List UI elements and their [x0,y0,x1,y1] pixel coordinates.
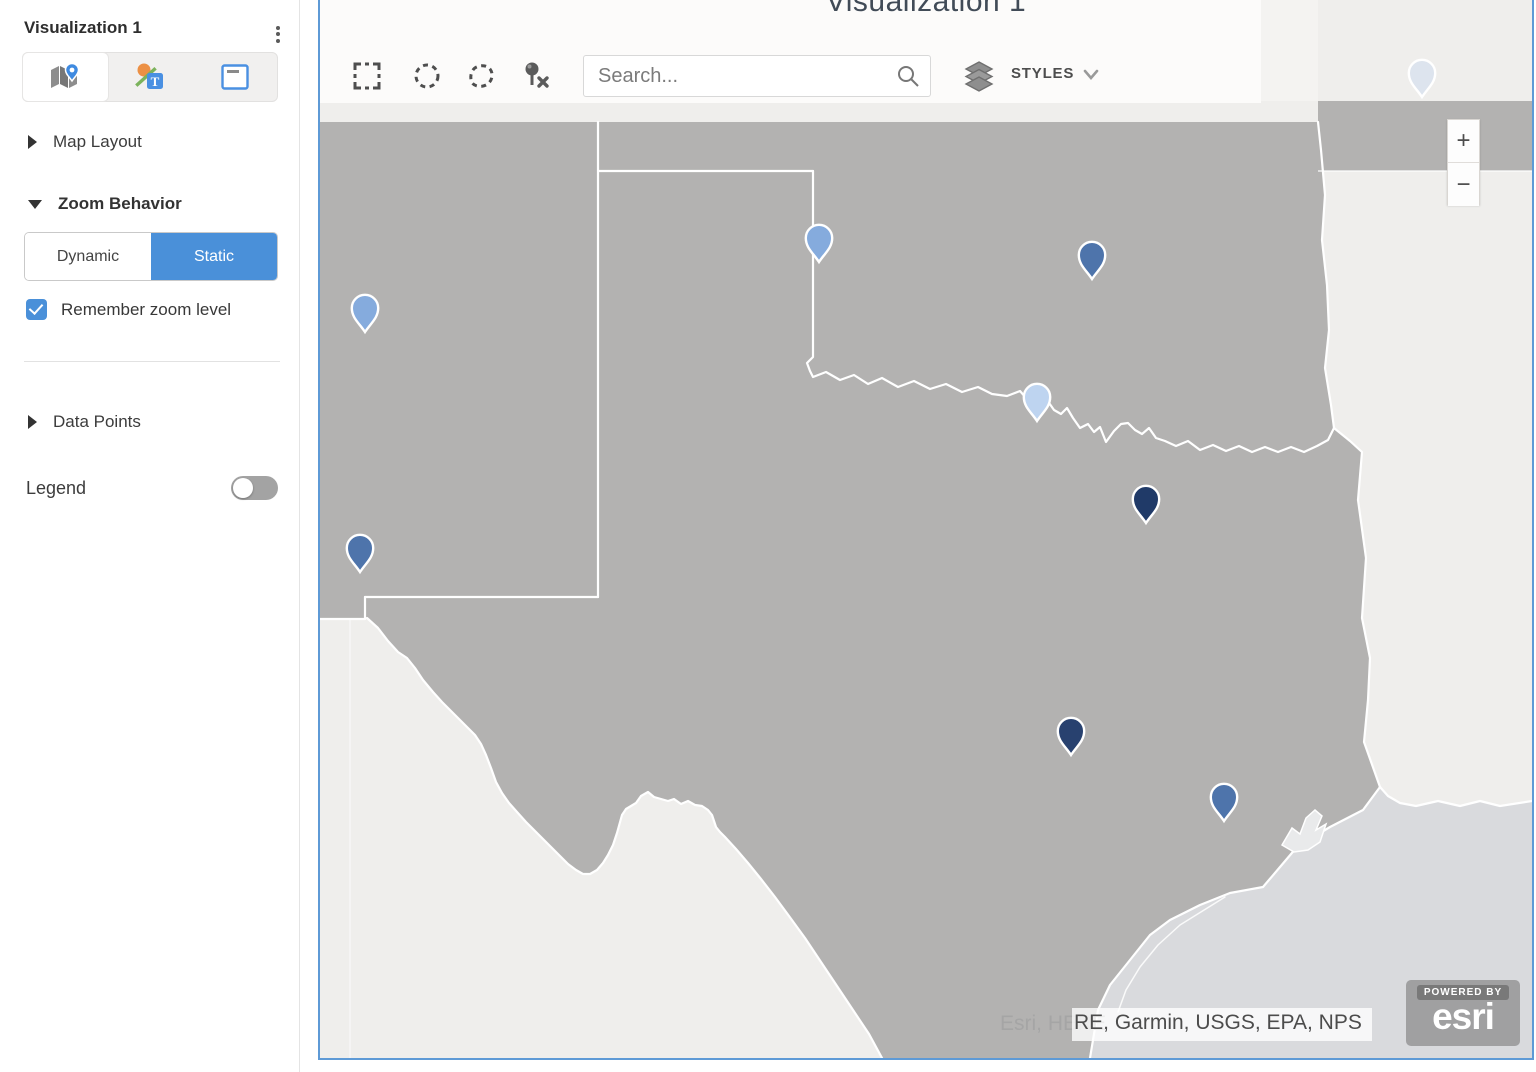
legend-label: Legend [26,478,86,499]
legend-toggle[interactable] [231,476,278,500]
section-data-points[interactable]: Data Points [28,412,141,432]
caret-right-icon [28,415,37,429]
visualization-type-tabs: T [22,52,278,102]
esri-wordmark: esri [1406,1000,1520,1034]
attribution-text: RE, Garmin, USGS, EPA, NPS [1072,1008,1372,1041]
map-pin-icon [48,62,82,92]
zoom-behavior-label: Zoom Behavior [58,194,182,214]
zoom-mode-dynamic[interactable]: Dynamic [25,233,151,280]
zoom-mode-static[interactable]: Static [151,233,277,280]
data-points-label: Data Points [53,412,141,432]
circle-select-icon[interactable] [413,61,441,91]
map-layout-label: Map Layout [53,132,142,152]
remember-zoom-row[interactable]: Remember zoom level [26,299,231,320]
map-zoom-control: + − [1447,119,1480,205]
toggle-knob [233,478,253,498]
tab-symbols-text[interactable]: T [108,53,193,101]
map-title: Visualization 1 [320,0,1532,19]
svg-text:T: T [151,74,160,89]
lasso-select-icon[interactable] [467,61,495,91]
search-icon[interactable] [896,64,920,88]
zoom-in-button[interactable]: + [1448,120,1479,163]
shaded-band-northeast [1318,101,1532,171]
remember-zoom-label: Remember zoom level [61,300,231,320]
search-box [583,55,931,97]
layers-icon[interactable] [963,60,995,92]
zoom-mode-segmented: Dynamic Static [24,232,278,281]
section-zoom-behavior[interactable]: Zoom Behavior [28,194,182,214]
sidebar-divider [24,361,280,362]
search-input[interactable] [584,65,896,88]
card-header-icon [221,64,249,90]
settings-sidebar: Visualization 1 T [0,0,300,1072]
sidebar-title: Visualization 1 [24,18,142,38]
caret-down-icon [28,200,42,209]
map-canvas[interactable] [320,0,1532,1058]
symbols-text-icon: T [135,62,165,92]
tab-card-layout[interactable] [192,53,277,101]
styles-button[interactable]: STYLES [1011,65,1074,82]
map-visualization-panel: Visualization 1 STYLES + − [318,0,1534,1060]
zoom-out-button[interactable]: − [1448,163,1479,206]
remember-zoom-checkbox[interactable] [26,299,47,320]
section-map-layout[interactable]: Map Layout [28,132,142,152]
kebab-menu-icon[interactable] [269,23,287,45]
tab-map-visualization[interactable] [23,53,108,101]
esri-logo: POWERED BY esri [1406,980,1520,1046]
clear-pins-icon[interactable] [521,61,551,91]
legend-row: Legend [26,476,278,500]
rectangle-select-icon[interactable] [353,61,381,91]
chevron-down-icon[interactable] [1083,69,1099,81]
caret-right-icon [28,135,37,149]
